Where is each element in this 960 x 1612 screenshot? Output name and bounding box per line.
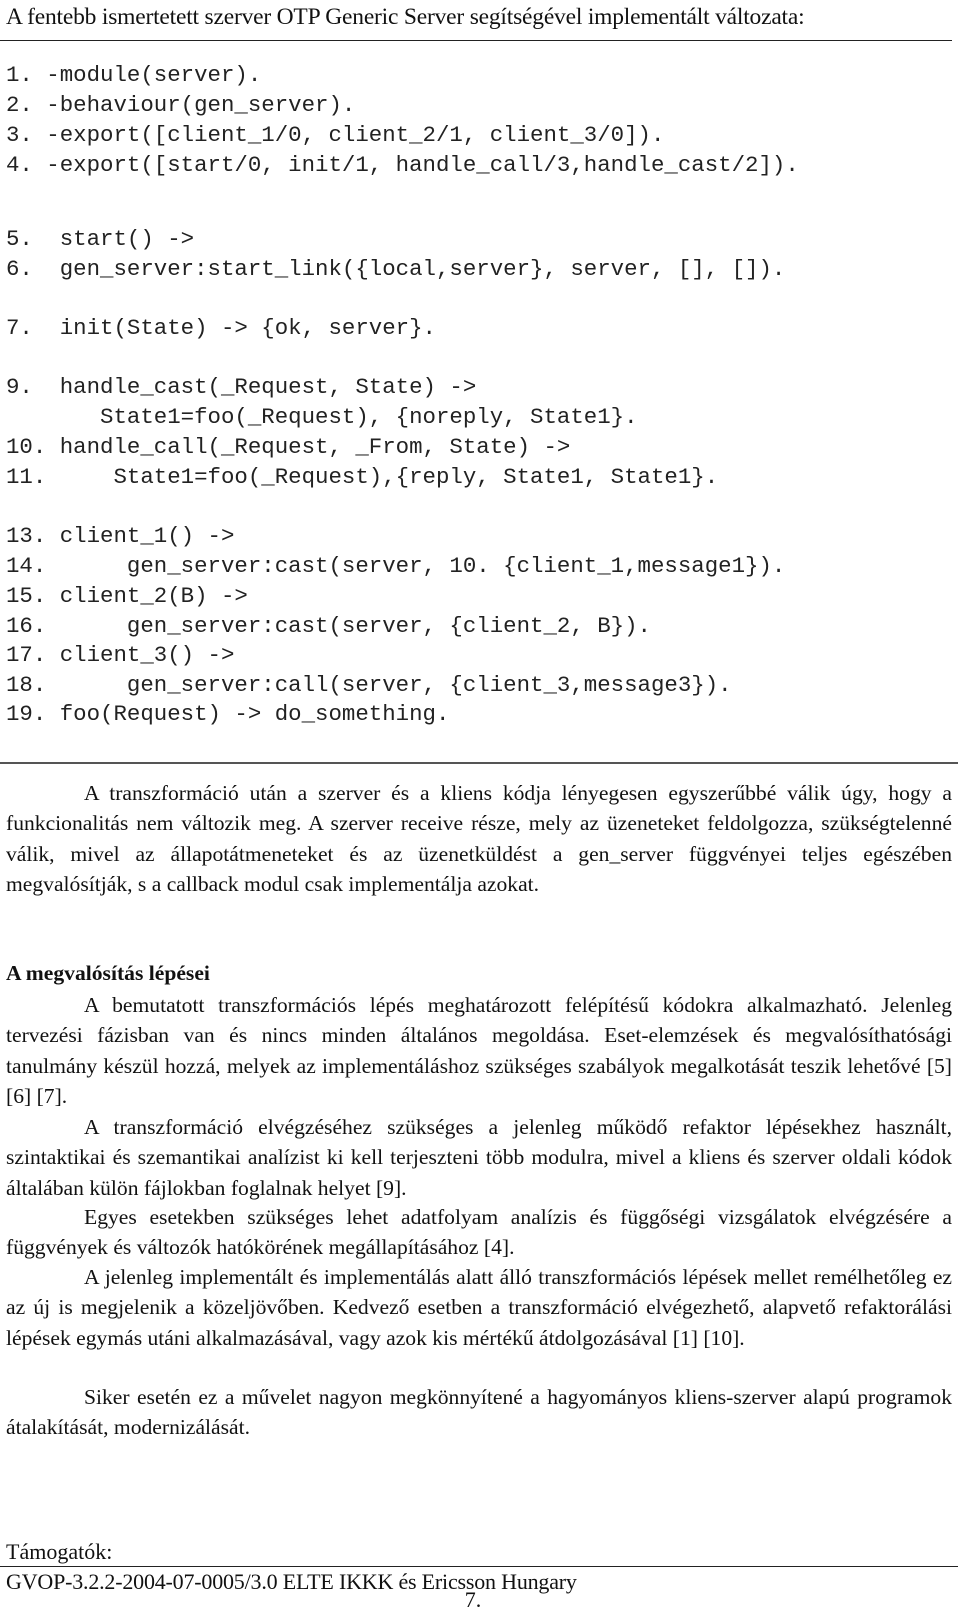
intro-paragraph: A transzformáció után a szerver és a kli… [6,778,952,900]
code-line: 11. State1=foo(_Request),{reply, State1,… [6,464,719,490]
body-paragraph: Siker esetén ez a művelet nagyon megkönn… [6,1382,952,1443]
body-paragraph-text: Siker esetén ez a művelet nagyon megkönn… [6,1385,952,1440]
header-title: A fentebb ismertetett szerver OTP Generi… [6,4,805,30]
body-paragraph-text: A transzformáció elvégzéséhez szükséges … [6,1115,952,1200]
code-line: 18. gen_server:call(server, {client_3,me… [6,672,732,698]
section-divider [0,762,958,764]
code-line: 2. -behaviour(gen_server). [6,92,356,118]
code-line: State1=foo(_Request), {noreply, State1}. [6,404,638,430]
section-heading: A megvalósítás lépései [6,961,210,985]
code-line: 9. handle_cast(_Request, State) -> [6,374,477,400]
code-line: 14. gen_server:cast(server, 10. {client_… [6,553,786,579]
page-header: A fentebb ismertetett szerver OTP Generi… [0,0,952,41]
code-line: 1. -module(server). [6,62,262,88]
code-line: 7. init(State) -> {ok, server}. [6,315,436,341]
code-line: 15. client_2(B) -> [6,583,248,609]
body-paragraph: A transzformáció elvégzéséhez szükséges … [6,1112,952,1203]
code-line: 6. gen_server:start_link({local,server},… [6,256,786,282]
supporters-label: Támogatók: [6,1539,113,1564]
code-line: 3. -export([client_1/0, client_2/1, clie… [6,122,665,148]
body-paragraph-text: A jelenleg implementált és implementálás… [6,1265,952,1350]
code-line: 10. handle_call(_Request, _From, State) … [6,434,571,460]
body-paragraph: Egyes esetekben szükséges lehet adatfoly… [6,1202,952,1263]
body-paragraph: A jelenleg implementált és implementálás… [6,1262,952,1353]
intro-paragraph-text: A transzformáció után a szerver és a kli… [6,781,952,897]
code-line: 16. gen_server:cast(server, {client_2, B… [6,613,651,639]
code-line: 13. client_1() -> [6,523,235,549]
code-line: 17. client_3() -> [6,642,235,668]
code-line: 5. start() -> [6,226,195,252]
body-paragraph: A bemutatott transzformációs lépés megha… [6,990,952,1112]
body-paragraph-text: Egyes esetekben szükséges lehet adatfoly… [6,1205,952,1260]
body-paragraph-text: A bemutatott transzformációs lépés megha… [6,993,952,1109]
code-line: 19. foo(Request) -> do_something. [6,701,450,727]
code-line: 4. -export([start/0, init/1, handle_call… [6,152,799,178]
page-number: 7. [464,1587,482,1612]
